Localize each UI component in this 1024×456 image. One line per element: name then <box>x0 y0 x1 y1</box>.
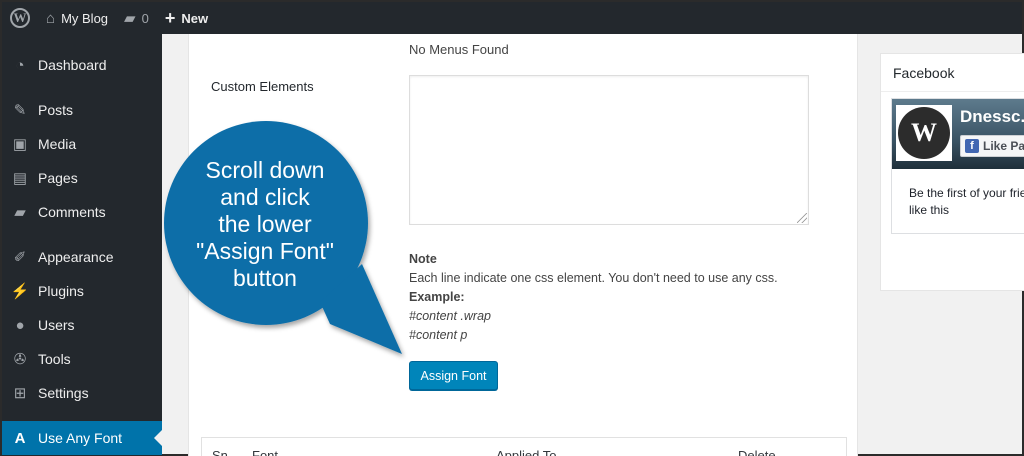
note-text: Each line indicate one css element. You … <box>409 271 778 285</box>
facebook-page-name[interactable]: Dnessc. <box>960 107 1024 127</box>
pushpin-icon: ✎ <box>13 102 27 119</box>
media-icon: ▣ <box>12 136 28 153</box>
table-header-sn: Sn <box>212 448 228 456</box>
example-line: #content p <box>409 328 468 342</box>
sidebar-item-appearance[interactable]: ✐ Appearance <box>2 242 162 272</box>
sidebar-item-label: Settings <box>38 385 89 401</box>
example-label: Example: <box>409 290 465 304</box>
sidebar-item-label: Tools <box>38 351 71 367</box>
site-name-link[interactable]: ⌂ My Blog <box>38 2 116 34</box>
sidebar-item-label: Pages <box>38 170 78 186</box>
paintbrush-icon: ✐ <box>13 249 27 266</box>
table-header-applied-to: Applied To <box>496 448 557 456</box>
note-block: Note Each line indicate one css element.… <box>409 250 778 345</box>
facebook-friends-text: Be the first of your frie like this <box>909 185 1024 219</box>
plugin-icon: ⚡ <box>10 283 30 300</box>
sidebar-item-label: Users <box>38 317 75 333</box>
widget-divider <box>881 91 1024 92</box>
pages-icon: ▤ <box>12 170 28 187</box>
textarea-resize-handle[interactable] <box>797 213 807 223</box>
new-label: New <box>181 10 209 26</box>
wordpress-logo-button[interactable]: W <box>2 2 38 34</box>
table-header-font: Font <box>252 448 279 456</box>
facebook-friends-line: like this <box>909 203 950 217</box>
comments-count: 0 <box>141 10 149 26</box>
sidebar-item-media[interactable]: ▣ Media <box>2 129 162 159</box>
callout-line: the lower <box>218 211 312 237</box>
comment-bubble-icon: ▰ <box>124 9 136 27</box>
callout-line: button <box>233 265 297 291</box>
callout-line: Scroll down <box>205 157 325 183</box>
assign-font-button[interactable]: Assign Font <box>409 361 498 390</box>
sidebar-item-label: Comments <box>38 204 106 220</box>
sidebar-item-label: Dashboard <box>38 57 107 73</box>
sidebar-item-posts[interactable]: ✎ Posts <box>2 95 162 125</box>
comments-link[interactable]: ▰ 0 <box>116 2 157 34</box>
table-header-delete: Delete <box>738 448 776 456</box>
sidebar-item-tools[interactable]: ✇ Tools <box>2 344 162 374</box>
sidebar-item-label: Media <box>38 136 77 152</box>
note-title: Note <box>409 252 437 266</box>
custom-elements-label: Custom Elements <box>211 79 314 94</box>
facebook-like-label: Like Pa <box>983 139 1024 153</box>
new-content-button[interactable]: + New <box>157 2 216 34</box>
sidebar-item-use-any-font[interactable]: A Use Any Font <box>2 421 162 455</box>
plus-icon: + <box>164 8 176 28</box>
example-line: #content .wrap <box>409 309 491 323</box>
no-menus-text: No Menus Found <box>409 42 509 57</box>
facebook-friends-line: Be the first of your frie <box>909 186 1024 200</box>
sidebar-item-label: Appearance <box>38 249 114 265</box>
fonts-table-header: Sn Font Applied To Delete <box>201 437 847 456</box>
wrench-icon: ✇ <box>13 351 27 368</box>
comment-icon: ▰ <box>14 204 26 221</box>
home-icon: ⌂ <box>46 9 56 27</box>
sidebar-item-users[interactable]: ● Users <box>2 310 162 340</box>
sidebar-item-label: Use Any Font <box>38 430 123 446</box>
custom-elements-textarea[interactable] <box>409 75 809 225</box>
sidebar-item-pages[interactable]: ▤ Pages <box>2 163 162 193</box>
wordpress-logo-icon: W <box>10 8 30 28</box>
sidebar-item-label: Plugins <box>38 283 84 299</box>
facebook-like-button[interactable]: f Like Pa <box>960 135 1024 157</box>
admin-sidebar: ◔ Dashboard ✎ Posts ▣ Media ▤ Pages ▰ Co… <box>2 34 162 456</box>
site-name-label: My Blog <box>61 10 109 26</box>
sidebar-item-plugins[interactable]: ⚡ Plugins <box>2 276 162 306</box>
facebook-f-icon: f <box>965 139 979 153</box>
dashboard-icon: ◔ <box>15 56 25 74</box>
wordpress-avatar-icon: W <box>898 107 950 159</box>
sidebar-item-settings[interactable]: ⊞ Settings <box>2 378 162 408</box>
callout-text: Scroll down and click the lower "Assign … <box>170 157 360 292</box>
sidebar-item-comments[interactable]: ▰ Comments <box>2 197 162 227</box>
font-a-icon: A <box>14 429 26 447</box>
callout-line: "Assign Font" <box>196 238 334 264</box>
facebook-widget: Facebook W Dnessc. f Like Pa Be the firs… <box>880 53 1024 291</box>
settings-icon: ⊞ <box>13 385 27 402</box>
widget-title: Facebook <box>893 65 955 81</box>
callout-line: and click <box>220 184 310 210</box>
admin-bar: W ⌂ My Blog ▰ 0 + New <box>2 2 1022 34</box>
sidebar-item-label: Posts <box>38 102 74 118</box>
sidebar-item-dashboard[interactable]: ◔ Dashboard <box>2 50 162 80</box>
user-icon: ● <box>15 316 25 334</box>
facebook-page-avatar[interactable]: W <box>896 105 952 161</box>
